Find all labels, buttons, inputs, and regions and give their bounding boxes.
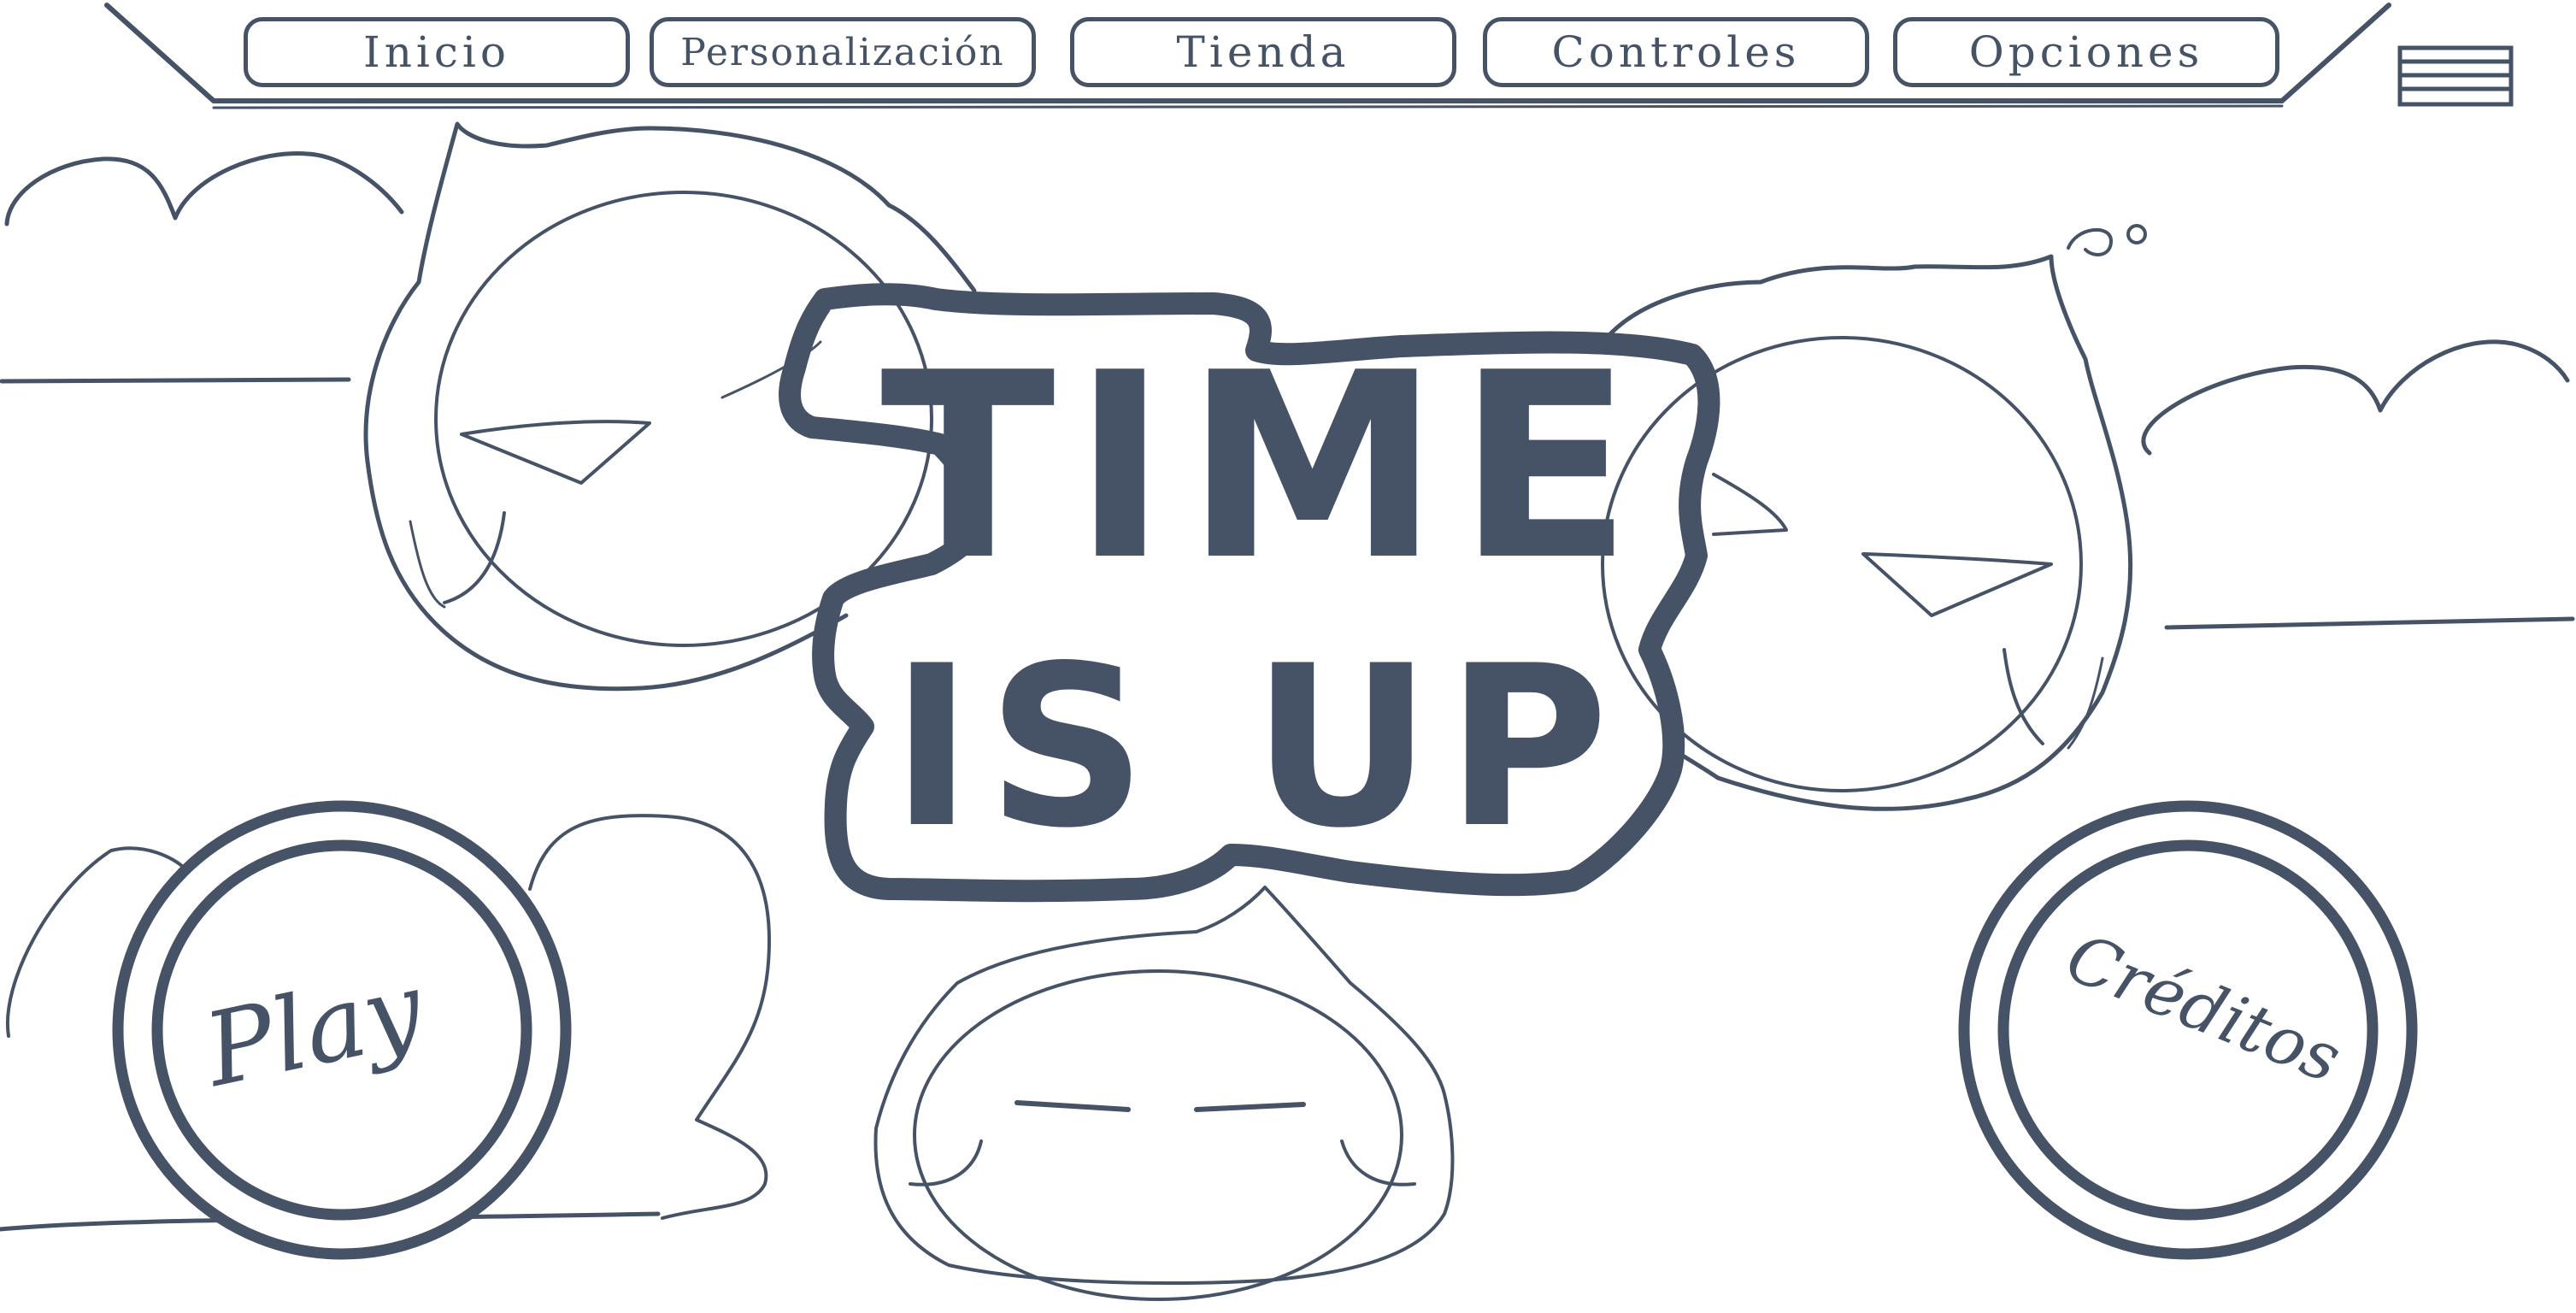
play-button[interactable]: Play <box>111 799 573 1261</box>
credits-button[interactable]: Créditos <box>1957 799 2419 1261</box>
title-line-1: TIME <box>880 318 1650 616</box>
title-line-2: IS UP <box>890 619 1623 877</box>
